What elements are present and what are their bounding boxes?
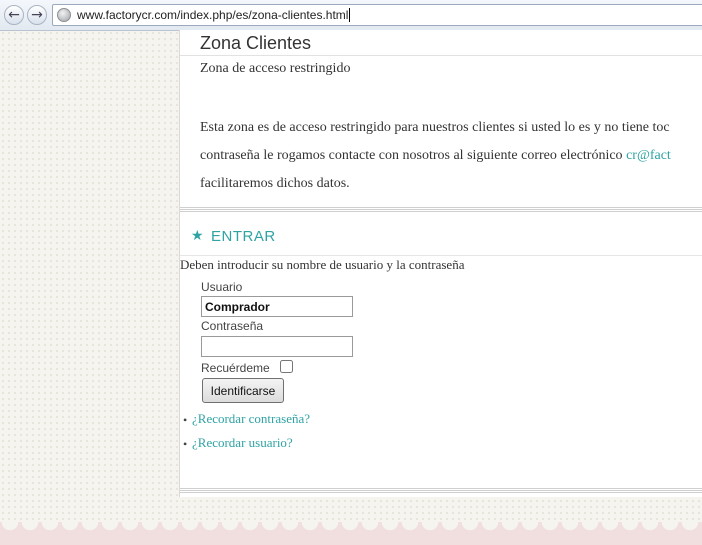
arrow-right-icon: → [31,7,43,23]
remember-label: Recuérdeme [201,361,270,375]
remember-checkbox[interactable] [280,360,293,373]
password-field[interactable] [201,336,353,357]
email-link[interactable]: cr@fact [626,148,671,163]
section-divider [180,206,702,213]
login-button[interactable]: Identificarse [202,378,284,403]
intro-line-3: facilitaremos dichos datos. [200,176,350,191]
address-bar[interactable]: www.factorycr.com/index.php/es/zona-clie… [52,4,702,26]
panel-bottom-divider [180,487,702,494]
password-label: Contraseña [201,319,264,333]
intro-line-1: Esta zona es de acceso restringido para … [200,120,670,135]
login-heading: ENTRAR [211,228,276,245]
forgot-password-link[interactable]: ¿Recordar contraseña? [192,411,310,427]
intro-line-2: contraseña le rogamos contacte con nosot… [200,142,702,170]
login-heading-divider [180,255,702,256]
login-instructions: Deben introducir su nombre de usuario y … [180,257,465,272]
intro-paragraph: Esta zona es de acceso restringido para … [200,114,702,198]
browser-toolbar: ← → www.factorycr.com/index.php/es/zona-… [0,0,702,31]
arrow-left-icon: ← [8,7,20,23]
username-field[interactable] [201,296,353,317]
list-bullet: • [183,437,188,451]
star-icon: ★ [191,228,204,244]
back-button[interactable]: ← [4,5,24,25]
scalloped-border [0,522,702,545]
globe-icon [57,8,71,22]
forward-button[interactable]: → [27,5,47,25]
url-text[interactable]: www.factorycr.com/index.php/es/zona-clie… [77,8,351,22]
list-bullet: • [183,413,188,427]
content-panel: Zona Clientes Zona de acceso restringido… [179,30,702,497]
text-caret [349,8,351,22]
intro-line-2-text: contraseña le rogamos contacte con nosot… [200,148,627,163]
username-label: Usuario [201,280,243,294]
page-title: Zona Clientes [200,33,312,53]
page-subtitle: Zona de acceso restringido [200,61,351,76]
forgot-username-link[interactable]: ¿Recordar usuario? [192,435,293,451]
title-divider [180,55,702,56]
